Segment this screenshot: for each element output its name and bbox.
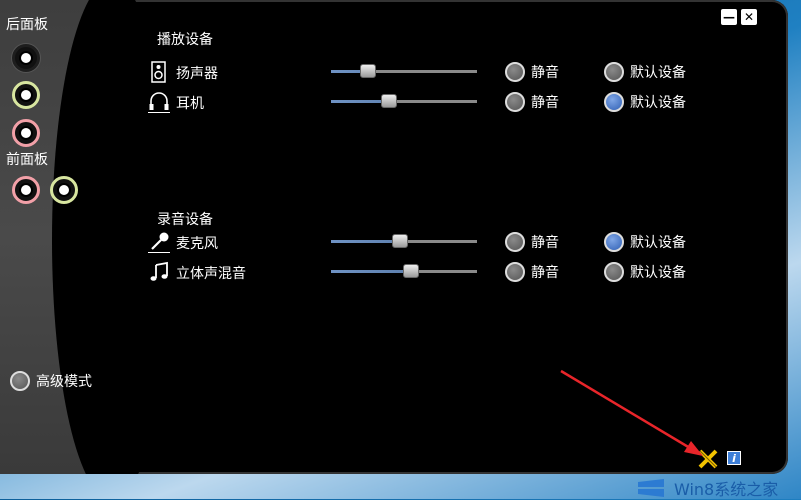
speaker-icon xyxy=(151,61,166,83)
default-device-option[interactable]: 默认设备 xyxy=(604,92,686,112)
device-name: 立体声混音 xyxy=(176,266,246,282)
default-device-radio[interactable] xyxy=(604,232,624,252)
slider-thumb[interactable] xyxy=(360,64,376,78)
device-name: 扬声器 xyxy=(176,66,218,82)
mute-option[interactable]: 静音 xyxy=(505,232,559,252)
front-jack-pink[interactable] xyxy=(12,176,40,204)
watermark-text: Win8系统之家 xyxy=(674,480,779,499)
volume-slider[interactable] xyxy=(331,94,477,108)
slider-thumb[interactable] xyxy=(403,264,419,278)
default-device-option[interactable]: 默认设备 xyxy=(604,232,686,252)
slider-thumb[interactable] xyxy=(392,234,408,248)
windows-logo-icon xyxy=(638,479,664,497)
recording-section-title: 录音设备 xyxy=(157,212,213,228)
rear-jack-black[interactable] xyxy=(12,44,40,72)
volume-slider[interactable] xyxy=(331,64,477,78)
microphone-icon xyxy=(148,232,170,253)
advanced-mode-label: 高级模式 xyxy=(36,374,92,390)
rear-jack-green[interactable] xyxy=(12,81,40,109)
advanced-mode-radio[interactable] xyxy=(10,371,30,391)
watermark: Win8系统之家 xyxy=(636,476,778,500)
mute-label: 静音 xyxy=(531,235,559,251)
mute-label: 静音 xyxy=(531,65,559,81)
mute-radio[interactable] xyxy=(505,232,525,252)
mute-radio[interactable] xyxy=(505,92,525,112)
music-note-icon xyxy=(150,261,168,281)
close-button[interactable]: ✕ xyxy=(741,9,757,25)
default-device-radio[interactable] xyxy=(604,262,624,282)
mute-option[interactable]: 静音 xyxy=(505,92,559,112)
mute-option[interactable]: 静音 xyxy=(505,262,559,282)
device-name: 耳机 xyxy=(176,96,204,112)
mute-option[interactable]: 静音 xyxy=(505,62,559,82)
device-name: 麦克风 xyxy=(176,236,218,252)
volume-slider[interactable] xyxy=(331,234,477,248)
front-jack-green[interactable] xyxy=(50,176,78,204)
connector-panel xyxy=(0,0,172,474)
volume-slider[interactable] xyxy=(331,264,477,278)
mute-label: 静音 xyxy=(531,265,559,281)
device-row-headphones: 耳机 静音 默认设备 xyxy=(148,90,708,114)
mute-radio[interactable] xyxy=(505,62,525,82)
default-device-option[interactable]: 默认设备 xyxy=(604,62,686,82)
front-panel-label: 前面板 xyxy=(6,152,48,168)
info-button[interactable]: i xyxy=(727,451,741,465)
default-device-option[interactable]: 默认设备 xyxy=(604,262,686,282)
rear-panel-label: 后面板 xyxy=(6,17,48,33)
device-row-stereo-mix: 立体声混音 静音 默认设备 xyxy=(148,260,708,284)
device-row-speaker: 扬声器 静音 默认设备 xyxy=(148,60,708,84)
default-device-label: 默认设备 xyxy=(630,265,686,281)
rear-jack-pink[interactable] xyxy=(12,119,40,147)
default-device-label: 默认设备 xyxy=(630,235,686,251)
default-device-radio[interactable] xyxy=(604,62,624,82)
mute-label: 静音 xyxy=(531,95,559,111)
default-device-label: 默认设备 xyxy=(630,95,686,111)
mute-radio[interactable] xyxy=(505,262,525,282)
default-device-label: 默认设备 xyxy=(630,65,686,81)
slider-thumb[interactable] xyxy=(381,94,397,108)
minimize-button[interactable]: — xyxy=(721,9,737,25)
tools-icon[interactable] xyxy=(697,448,719,470)
default-device-radio[interactable] xyxy=(604,92,624,112)
headphones-icon xyxy=(148,92,170,113)
audio-manager-window: 后面板 前面板 高级模式 — ✕ 播放设备 扬声器 静音 默认设备 耳机 静音 … xyxy=(0,0,788,474)
playback-section-title: 播放设备 xyxy=(157,32,213,48)
advanced-mode-option[interactable]: 高级模式 xyxy=(10,371,92,391)
device-row-microphone: 麦克风 静音 默认设备 xyxy=(148,230,708,254)
